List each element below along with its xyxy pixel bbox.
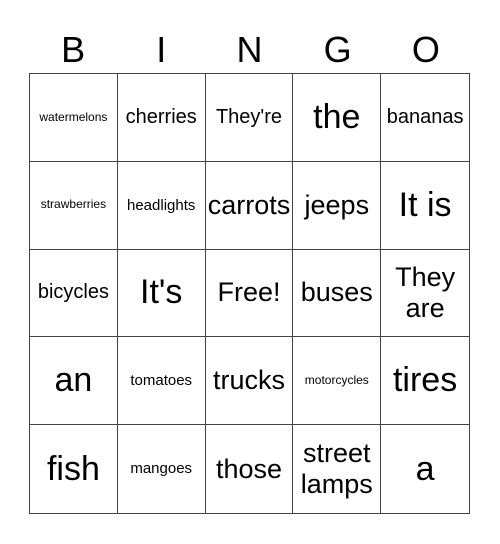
bingo-cell[interactable]: strawberries [30,161,118,250]
bingo-cell[interactable]: jeeps [293,161,382,250]
bingo-cell[interactable]: a [381,425,469,513]
bingo-cell[interactable]: It's [117,249,206,338]
bingo-cell[interactable]: those [206,425,294,513]
bingo-cell[interactable]: They're [205,74,294,162]
bingo-cell[interactable]: headlights [117,161,206,250]
bingo-cell[interactable]: tires [381,337,469,426]
bingo-cell[interactable]: buses [293,249,382,338]
bingo-cell[interactable]: mangoes [118,425,206,513]
bingo-cell[interactable]: bicycles [30,249,118,338]
bingo-cell[interactable]: They are [381,250,469,338]
bingo-cell[interactable]: bananas [381,74,469,162]
bingo-cell[interactable]: It is [381,162,469,250]
bingo-grid: watermelons cherries They're the bananas stra… [29,73,470,514]
bingo-cell[interactable]: cherries [117,74,206,162]
bingo-cell[interactable]: street lamps [293,425,382,513]
bingo-cell[interactable]: carrots [205,161,294,250]
header-letter-i: I [156,29,167,70]
bingo-cell[interactable]: the [293,74,382,162]
header-letter-b: B [61,29,86,70]
bingo-cell[interactable]: fish [30,425,118,513]
bingo-cell[interactable]: motorcycles [293,337,382,426]
header-letter-o: O [411,29,440,70]
bingo-cell[interactable]: tomatoes [117,337,206,426]
bingo-cell[interactable]: an [30,337,118,426]
header-letter-n: N [236,29,263,70]
free-space-cell[interactable]: Free! [205,249,294,338]
bingo-cell[interactable]: watermelons [30,74,118,162]
bingo-cell[interactable]: trucks [205,337,294,426]
header-letter-g: G [323,29,352,70]
bingo-header: B I N G O [29,28,470,72]
